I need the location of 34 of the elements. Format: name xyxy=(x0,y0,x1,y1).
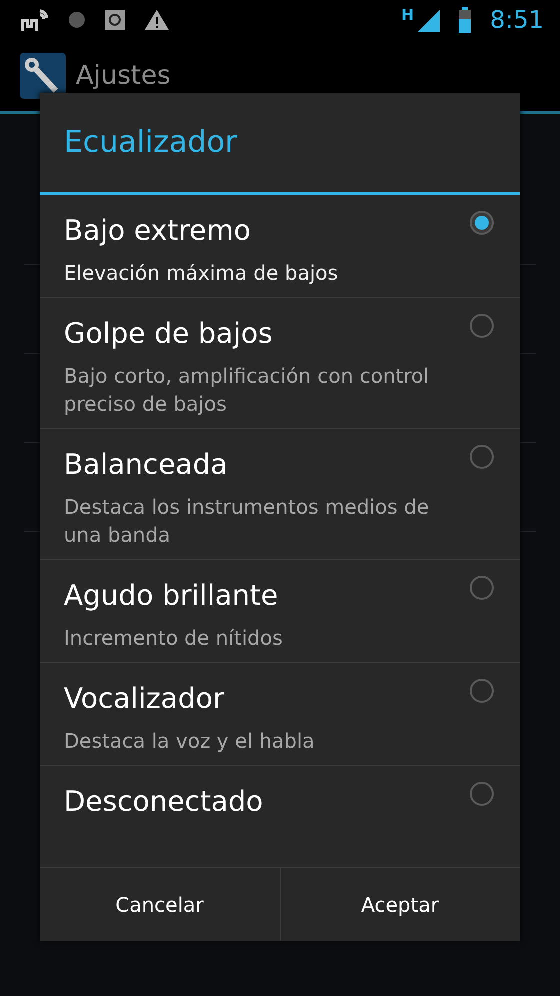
dialog-button[interactable]: Aceptar xyxy=(280,868,520,941)
clock-time: 8:51 xyxy=(490,6,544,34)
warning-icon xyxy=(144,9,170,31)
option-item[interactable]: Vocalizador Destaca la voz y el habla xyxy=(40,663,520,766)
option-description: Destaca la voz y el habla xyxy=(64,728,316,755)
option-title: Balanceada xyxy=(64,447,229,483)
option-title: Agudo brillante xyxy=(64,578,280,614)
option-description: Bajo corto, amplificación con control preciso de bajos xyxy=(64,363,430,418)
option-title: Desconectado xyxy=(64,784,264,820)
action-bar-title: Ajustes xyxy=(76,60,171,90)
battery-icon xyxy=(458,7,472,33)
option-title: Bajo extremo xyxy=(64,213,252,249)
option-description: Destaca los instrumentos medios de una banda xyxy=(64,494,430,549)
option-description: Incremento de nítidos xyxy=(64,625,284,652)
radio-button[interactable] xyxy=(470,782,494,806)
option-item[interactable]: Agudo brillante Incremento de nítidos xyxy=(40,560,520,663)
radio-button[interactable] xyxy=(470,679,494,703)
radio-button[interactable] xyxy=(470,445,494,469)
option-description: Elevación máxima de bajos xyxy=(64,260,340,287)
signal-icon xyxy=(416,8,440,32)
dialog-button[interactable]: Cancelar xyxy=(40,868,280,941)
option-title: Vocalizador xyxy=(64,681,226,717)
option-item[interactable]: Balanceada Destaca los instrumentos medios de una banda xyxy=(40,429,520,560)
option-item[interactable]: Bajo extremo Elevación máxima de bajos xyxy=(40,195,520,298)
wifi-icon xyxy=(20,7,50,33)
option-item[interactable]: Golpe de bajos Bajo corto, amplificación con control preciso de bajos xyxy=(40,298,520,429)
network-type: H xyxy=(402,6,414,24)
option-title: Golpe de bajos xyxy=(64,316,274,352)
radio-button[interactable] xyxy=(470,314,494,338)
radio-button[interactable] xyxy=(470,576,494,600)
option-item[interactable]: Desconectado xyxy=(40,766,520,868)
radio-button[interactable] xyxy=(470,211,494,235)
dialog-title: Ecualizador xyxy=(40,93,520,195)
wrench-icon xyxy=(20,52,66,98)
